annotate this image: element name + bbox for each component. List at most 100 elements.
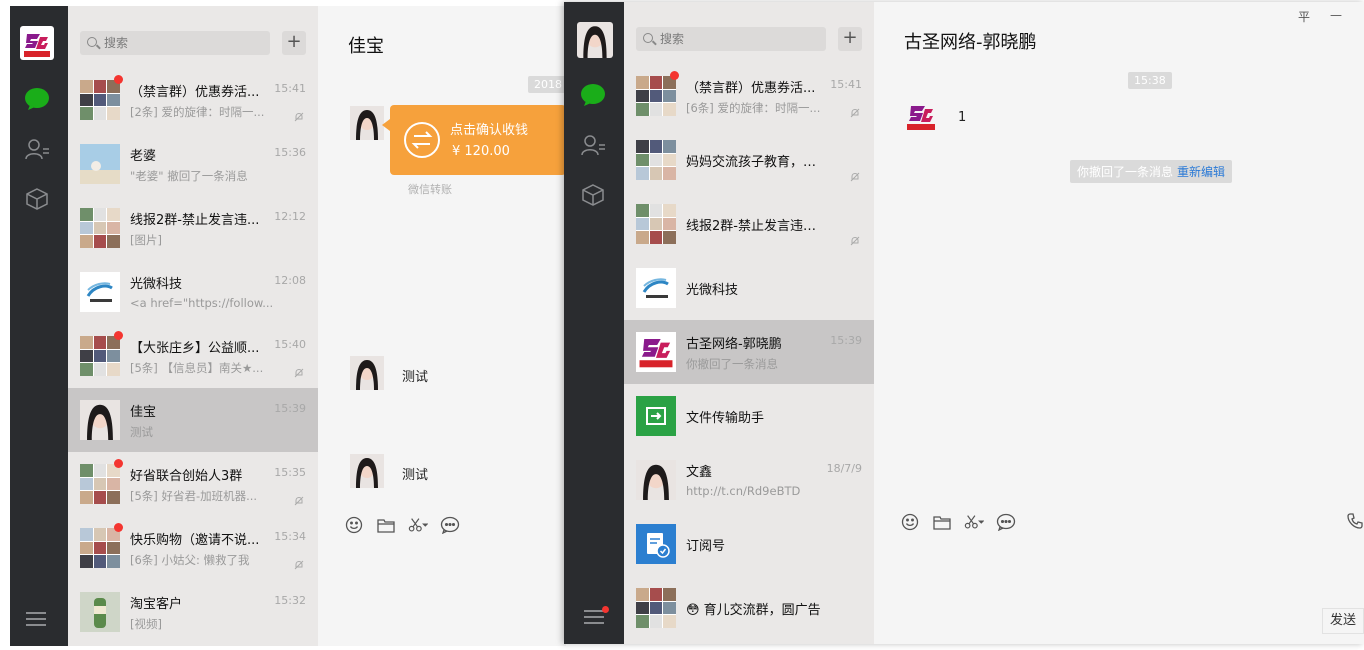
transfer-card[interactable]: 点击确认收钱 ¥ 120.00	[382, 105, 566, 175]
folder-icon[interactable]	[376, 515, 396, 535]
chat-time: 15:36	[274, 146, 306, 159]
emoji-icon[interactable]	[900, 512, 920, 532]
chat-list-item[interactable]: 快乐购物（邀请不说... 15:34 [6条] 小姑父: 懒救了我	[68, 516, 318, 580]
folder-icon[interactable]	[932, 512, 952, 532]
message-text: 测试	[402, 370, 429, 385]
chat-list-item[interactable]: （禁言群）优惠券活... 15:41 [6条] 爱的旋律：时隔一...	[624, 64, 874, 128]
chat-time: 15:35	[274, 466, 306, 479]
avatar[interactable]	[350, 454, 384, 488]
time-pill: 15:38	[1128, 72, 1172, 89]
avatar	[80, 592, 120, 632]
chat-list-item[interactable]: 文鑫 18/7/9 http://t.cn/Rd9eBTD	[624, 448, 874, 512]
mute-bell-icon	[850, 167, 860, 182]
contacts-icon[interactable]	[24, 136, 50, 162]
chat-list-item[interactable]: 淘宝客户 15:32 [视频]	[68, 580, 318, 644]
transfer-caption: 微信转账	[408, 183, 452, 196]
avatar[interactable]	[350, 106, 384, 140]
unread-dot	[114, 75, 123, 84]
chat-list-item[interactable]: 光微科技 12:08 <a href="https://follow...	[68, 260, 318, 324]
chat-preview: [6条] 小姑父: 懒救了我	[130, 553, 250, 567]
chat-list-item[interactable]: （禁言群）优惠券活... 15:41 [2条] 爱的旋律：时隔一...	[68, 68, 318, 132]
chat-history-icon[interactable]	[996, 512, 1016, 532]
chat-list-item[interactable]: 文件传输助手	[624, 384, 874, 448]
re-edit-link[interactable]: 重新编辑	[1177, 165, 1225, 179]
phone-icon[interactable]	[1346, 512, 1364, 534]
chat-icon[interactable]	[580, 82, 606, 108]
time-pill: 2018	[528, 76, 566, 93]
chat-name: 淘宝客户	[130, 597, 183, 612]
avatar	[636, 76, 676, 116]
chat-name: 😳 育儿交流群，圆广告	[686, 603, 821, 618]
chat-list-item[interactable]: 线报2群-禁止发言违... 12:12 [图片]	[68, 196, 318, 260]
conversation-panel: 佳宝 2018 点击确认收钱 ¥ 120.00 微信转账 测试 测试	[318, 6, 566, 646]
nav-sidebar	[10, 6, 68, 646]
chat-list-item[interactable]: 好省联合创始人3群 15:35 [5条] 好省君-加班机器...	[68, 452, 318, 516]
chat-list-item[interactable]: 古圣网络-郭晓鹏 15:39 你撤回了一条消息	[624, 320, 874, 384]
chat-time: 15:39	[830, 334, 862, 347]
chat-name: （禁言群）优惠券活...	[130, 85, 260, 100]
chat-time: 15:41	[830, 78, 862, 91]
chat-preview: <a href="https://follow...	[130, 296, 274, 310]
unread-dot	[114, 331, 123, 340]
avatar[interactable]	[350, 356, 384, 390]
my-avatar[interactable]	[577, 22, 613, 58]
chat-list-item[interactable]: 😳 育儿交流群，圆广告	[624, 576, 874, 640]
chat-preview: [5条] 【信息员】南关★...	[130, 361, 264, 375]
add-button[interactable]: +	[282, 31, 306, 55]
avatar-brand-logo[interactable]	[20, 26, 54, 60]
search-icon	[87, 37, 97, 47]
minimize-button[interactable]: —	[1330, 8, 1342, 22]
unread-dot	[670, 71, 679, 80]
screenshot-scissors-icon[interactable]	[964, 512, 984, 532]
screenshot-scissors-icon[interactable]	[408, 515, 428, 535]
avatar	[636, 460, 676, 500]
mute-bell-icon	[294, 107, 304, 122]
add-button[interactable]: +	[838, 27, 862, 51]
message-text: 测试	[402, 468, 429, 483]
menu-icon[interactable]	[26, 612, 48, 628]
avatar	[636, 524, 676, 564]
chat-name: 佳宝	[130, 405, 157, 420]
chat-preview: 测试	[130, 425, 153, 439]
chat-history-icon[interactable]	[440, 515, 460, 535]
mute-bell-icon	[294, 491, 304, 506]
search-input[interactable]: 搜索	[80, 31, 270, 55]
chat-list-item[interactable]: 光微科技	[624, 256, 874, 320]
chat-list-item[interactable]: 老婆 15:36 "老婆" 撤回了一条消息	[68, 132, 318, 196]
menu-icon[interactable]	[584, 606, 609, 626]
mute-bell-icon	[294, 555, 304, 570]
avatar	[80, 464, 120, 504]
avatar	[636, 396, 676, 436]
chat-list-item[interactable]: 佳宝 15:39 测试	[68, 388, 318, 452]
chat-preview: [6条] 爱的旋律：时隔一...	[686, 101, 821, 115]
chat-name: 快乐购物（邀请不说...	[130, 533, 260, 548]
chat-list-item[interactable]: 【大张庄乡】公益顺... 15:40 [5条] 【信息员】南关★...	[68, 324, 318, 388]
chat-icon[interactable]	[24, 86, 50, 112]
chat-name: （禁言群）优惠券活...	[686, 81, 816, 96]
avatar	[636, 332, 676, 372]
message-text: 1	[958, 110, 967, 125]
pin-button[interactable]: 平	[1298, 8, 1310, 25]
search-input[interactable]: 搜索	[636, 27, 826, 51]
send-button[interactable]: 发送	[1322, 608, 1364, 634]
mini-programs-icon[interactable]	[580, 182, 606, 208]
chat-time: 15:34	[274, 530, 306, 543]
recall-text: 你撤回了一条消息	[1077, 165, 1174, 179]
chat-list-item[interactable]: 订阅号	[624, 512, 874, 576]
avatar[interactable]	[904, 100, 938, 134]
conversation-title: 佳宝	[348, 36, 384, 57]
avatar	[636, 204, 676, 244]
input-toolbar	[344, 515, 460, 537]
chat-list-item[interactable]: 线报2群-禁止发言违者踢	[624, 192, 874, 256]
chat-name: 文件传输助手	[686, 411, 765, 426]
chat-name: 光微科技	[686, 283, 739, 298]
chat-name: 线报2群-禁止发言违者踢	[686, 219, 826, 234]
contacts-icon[interactable]	[580, 132, 606, 158]
chat-name: 文鑫	[686, 465, 713, 480]
chat-list-item[interactable]: 妈妈交流孩子教育，拒广告	[624, 128, 874, 192]
chat-time: 15:41	[274, 82, 306, 95]
mute-bell-icon	[294, 363, 304, 378]
mini-programs-icon[interactable]	[24, 186, 50, 212]
emoji-icon[interactable]	[344, 515, 364, 535]
avatar	[80, 528, 120, 568]
